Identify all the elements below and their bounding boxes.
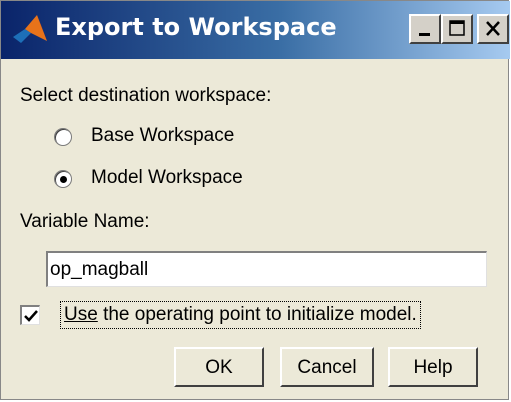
close-button[interactable] [477,14,509,44]
ok-button[interactable]: OK [174,347,264,387]
init-model-checkbox[interactable] [20,305,40,325]
window-title: Export to Workspace [55,13,337,41]
help-button[interactable]: Help [388,347,478,387]
radio-model-workspace-label[interactable]: Model Workspace [91,167,243,189]
init-model-label-mnemonic: Use [64,304,98,325]
init-model-label: the operating point to initialize model. [97,304,417,325]
radio-model-workspace[interactable] [54,170,72,188]
radio-base-workspace[interactable] [54,128,72,146]
check-icon [24,310,38,322]
maximize-button[interactable] [441,14,473,44]
minimize-icon [419,33,430,36]
export-dialog: Export to Workspace Select destination w… [0,0,510,400]
radio-selected-dot [60,176,67,183]
title-bar[interactable]: Export to Workspace [1,1,510,59]
maximize-icon [449,20,465,36]
variable-name-label: Variable Name: [20,211,150,232]
init-model-label-focus[interactable]: Use the operating point to initialize mo… [60,301,421,329]
matlab-logo-icon [13,15,47,43]
cancel-button[interactable]: Cancel [280,347,374,387]
close-icon [486,21,500,36]
minimize-button[interactable] [409,14,441,44]
destination-heading: Select destination workspace: [20,85,272,106]
radio-base-workspace-label[interactable]: Base Workspace [91,125,234,147]
variable-name-input[interactable] [46,251,487,287]
